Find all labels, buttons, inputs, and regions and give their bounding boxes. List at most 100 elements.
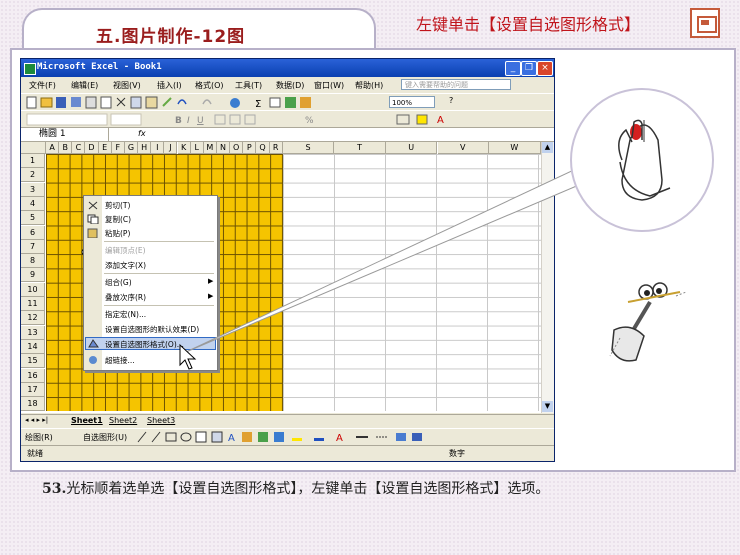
scroll-up-icon[interactable]: ▲ (542, 142, 553, 153)
row-header[interactable]: 2 (21, 168, 45, 183)
caption-text: 光标顺着选单选【设置自选图形格式】，左键单击【设置自选图形格式】选项。 (66, 481, 550, 497)
svg-text:A: A (228, 433, 235, 444)
help-icon[interactable]: ? (449, 96, 453, 105)
tab-sheet1[interactable]: Sheet1 (71, 416, 103, 425)
menu-item-order[interactable]: 叠放次序(R) (105, 292, 146, 303)
menu-bar: 文件(F) 编辑(E) 视图(V) 插入(I) 格式(O) 工具(T) 数据(D… (21, 78, 554, 92)
tab-sheet3[interactable]: Sheet3 (147, 416, 175, 425)
row-header[interactable]: 17 (21, 382, 45, 397)
close-button[interactable]: × (537, 61, 553, 76)
status-bar: 就绪 数字 (21, 445, 554, 460)
menu-item-hyperlink[interactable]: 超链接... (105, 355, 135, 366)
maximize-button[interactable]: ❐ (521, 61, 537, 76)
row-header[interactable]: 10 (21, 282, 45, 297)
row-header[interactable]: 8 (21, 254, 45, 269)
left-click-hand-icon (618, 119, 671, 201)
standard-toolbar-icons[interactable]: Σ (25, 94, 385, 111)
column-header[interactable]: Q (256, 142, 270, 154)
svg-text:A: A (437, 115, 444, 126)
column-header[interactable]: E (98, 142, 112, 154)
row-header[interactable]: 18 (21, 397, 45, 412)
tab-scroll-arrows-icon[interactable]: ◂ ◂ ▸ ▸| (25, 416, 48, 424)
row-header[interactable]: 5 (21, 211, 45, 226)
column-header[interactable]: S (282, 142, 335, 154)
menu-file[interactable]: 文件(F) (29, 80, 56, 91)
column-header[interactable]: L (190, 142, 204, 154)
row-header[interactable]: 15 (21, 354, 45, 369)
column-header[interactable]: G (124, 142, 139, 154)
row-header[interactable]: 6 (21, 225, 45, 240)
row-header[interactable]: 3 (21, 182, 45, 197)
column-header[interactable]: K (177, 142, 191, 154)
column-header[interactable]: J (164, 142, 178, 154)
scroll-down-icon[interactable]: ▼ (542, 401, 553, 412)
menu-format[interactable]: 格式(O) (195, 80, 224, 91)
row-header[interactable]: 9 (21, 268, 45, 283)
row-header[interactable]: 1 (21, 154, 45, 168)
excel-app-icon (24, 63, 36, 75)
autoshape-menu-button[interactable]: 自选图形(U) (83, 432, 127, 443)
column-header[interactable]: F (111, 142, 125, 154)
zoom-select[interactable]: 100% (389, 96, 435, 108)
menu-insert[interactable]: 插入(I) (157, 80, 182, 91)
menu-item-assign-macro[interactable]: 指定宏(N)... (105, 309, 146, 320)
caption-number: 53. (42, 481, 67, 497)
select-all-corner[interactable] (21, 142, 46, 154)
row-header[interactable]: 14 (21, 339, 45, 354)
row-header[interactable]: 7 (21, 239, 45, 254)
row-header[interactable]: 13 (21, 325, 45, 340)
column-header[interactable]: P (243, 142, 257, 154)
column-header[interactable]: D (85, 142, 99, 154)
column-header[interactable]: N (216, 142, 231, 154)
menu-item-copy[interactable]: 复制(C) (105, 214, 131, 225)
menu-item-add-text[interactable]: 添加文字(X) (105, 260, 146, 271)
menu-item-set-default[interactable]: 设置自选图形的默认效果(D) (105, 324, 199, 335)
cut-icon (88, 201, 98, 210)
column-header[interactable]: B (59, 142, 73, 154)
menu-window[interactable]: 窗口(W) (314, 80, 344, 91)
formatting-toolbar: B I U % A (21, 110, 554, 128)
fx-icon[interactable]: fx (138, 129, 146, 138)
menu-edit[interactable]: 编辑(E) (71, 80, 98, 91)
column-header[interactable]: A (46, 142, 60, 154)
column-header[interactable]: H (138, 142, 152, 154)
menu-help[interactable]: 帮助(H) (355, 80, 383, 91)
column-header[interactable]: O (230, 142, 244, 154)
column-header[interactable]: T (334, 142, 386, 154)
column-header[interactable]: C (72, 142, 86, 154)
menu-tools[interactable]: 工具(T) (235, 80, 262, 91)
row-header[interactable]: 16 (21, 368, 45, 383)
formatting-toolbar-icons[interactable]: B I U % A (25, 111, 485, 128)
row-header[interactable]: 11 (21, 297, 45, 311)
window-title: Microsoft Excel - Book1 (37, 62, 162, 72)
menu-item-group[interactable]: 组合(G) (105, 277, 132, 288)
menu-item-edit-points: 编辑顶点(E) (105, 246, 146, 255)
column-header[interactable]: R (269, 142, 283, 154)
menu-data[interactable]: 数据(D) (276, 80, 304, 91)
svg-text:%: % (305, 116, 314, 126)
drawing-tools-icons[interactable]: A A (136, 430, 466, 444)
row-header[interactable]: 4 (21, 196, 45, 211)
menu-item-paste[interactable]: 粘贴(P) (105, 228, 130, 239)
column-header[interactable]: V (437, 142, 490, 154)
vertical-scrollbar[interactable]: ▲ ▼ (541, 142, 554, 413)
help-search-input[interactable]: 键入需要帮助的问题 (401, 79, 511, 90)
submenu-arrow-icon: ▶ (208, 292, 214, 300)
presentation-icon[interactable] (690, 8, 720, 38)
tab-sheet2[interactable]: Sheet2 (109, 416, 137, 425)
empty-cells[interactable] (283, 154, 541, 411)
menu-view[interactable]: 视图(V) (113, 80, 141, 91)
menu-item-cut[interactable]: 剪切(T) (105, 200, 130, 211)
row-header[interactable]: 12 (21, 311, 45, 326)
minimize-button[interactable]: _ (505, 61, 521, 76)
column-header[interactable]: I (151, 142, 165, 154)
name-box[interactable]: 椭圆 1 (21, 128, 109, 141)
menu-item-format-autoshape[interactable]: 设置自选图形格式(O)... (105, 339, 184, 350)
format-shape-icon (88, 339, 99, 348)
column-header[interactable]: M (203, 142, 217, 154)
draw-menu-button[interactable]: 绘图(R) (25, 432, 53, 443)
drawing-toolbar: 绘图(R) 自选图形(U) A A (21, 428, 554, 445)
column-header[interactable]: U (385, 142, 438, 154)
svg-text:I: I (187, 116, 190, 126)
column-header[interactable]: W (489, 142, 541, 154)
